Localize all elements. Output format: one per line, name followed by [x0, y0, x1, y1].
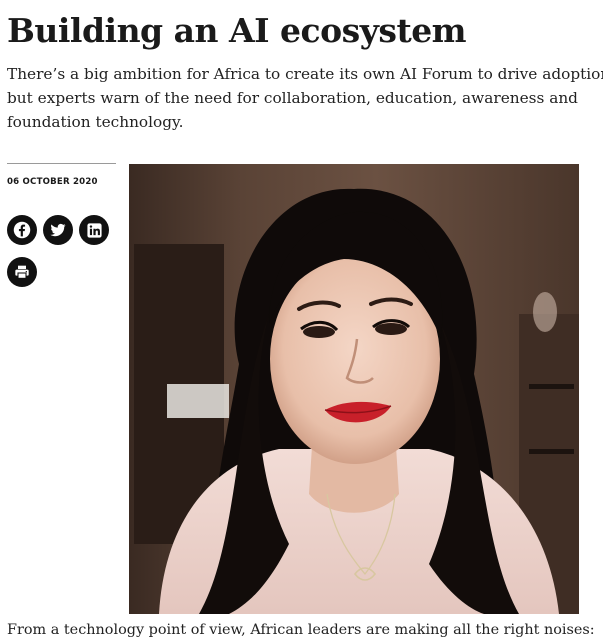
article-headline: Building an AI ecosystem	[7, 11, 467, 50]
linkedin-icon	[86, 222, 102, 238]
standfirst-line: There’s a big ambition for Africa to cre…	[7, 65, 603, 83]
portrait-image	[129, 164, 579, 614]
print-icon	[15, 265, 29, 279]
standfirst-line: but experts warn of the need for collabo…	[7, 89, 578, 107]
article-standfirst: There’s a big ambition for Africa to cre…	[7, 62, 603, 134]
share-print-button[interactable]	[7, 257, 37, 287]
standfirst-line: foundation technology.	[7, 113, 184, 131]
hero-photo	[129, 164, 579, 614]
share-twitter-button[interactable]	[43, 215, 73, 245]
twitter-icon	[50, 223, 66, 237]
share-facebook-button[interactable]	[7, 215, 37, 245]
facebook-icon	[13, 221, 31, 239]
publish-date: 06 OCTOBER 2020	[7, 177, 98, 187]
share-linkedin-button[interactable]	[79, 215, 109, 245]
article-body-first-line: From a technology point of view, African…	[7, 622, 595, 638]
meta-divider	[7, 163, 116, 164]
